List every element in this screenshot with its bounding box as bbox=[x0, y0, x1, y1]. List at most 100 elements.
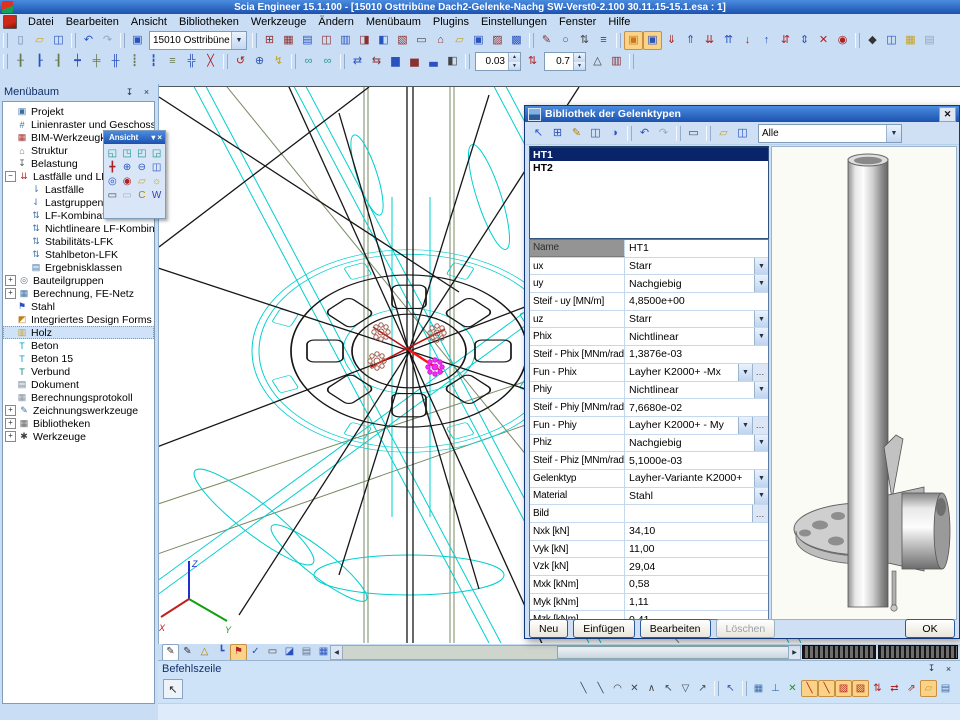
snap-corner-icon[interactable]: ↖ bbox=[660, 680, 677, 697]
house-icon[interactable]: ⌂ bbox=[431, 31, 450, 50]
dropdown-arrow-icon[interactable]: ▼ bbox=[738, 417, 752, 434]
materials-icon[interactable]: ▦ bbox=[279, 31, 298, 50]
spin-up-icon[interactable]: ▲ bbox=[574, 53, 585, 62]
tree-item-bibliotheken[interactable]: +▦Bibliotheken bbox=[3, 417, 154, 430]
print-icon[interactable]: ▭ bbox=[105, 188, 120, 202]
load-single-icon[interactable]: ↓ bbox=[738, 31, 757, 50]
snap-tri-icon[interactable]: ▽ bbox=[677, 680, 694, 697]
window-icon[interactable]: ▣ bbox=[128, 31, 147, 50]
catalog-icon[interactable]: ▥ bbox=[336, 31, 355, 50]
menu-werkzeuge[interactable]: Werkzeuge bbox=[245, 15, 312, 29]
snap-dir-icon[interactable]: ↗ bbox=[694, 680, 711, 697]
member-icon[interactable]: ◨ bbox=[355, 31, 374, 50]
ellipsis-button[interactable]: … bbox=[752, 505, 768, 522]
property-value[interactable]: 1,11 bbox=[625, 594, 768, 611]
rotate-icon[interactable]: ↺ bbox=[231, 52, 250, 71]
section-aa-icon[interactable]: ╂ bbox=[11, 52, 30, 71]
close-icon[interactable]: × bbox=[941, 662, 956, 676]
menu-hilfe[interactable]: Hilfe bbox=[602, 15, 636, 29]
spin-down-icon[interactable]: ▼ bbox=[509, 62, 520, 71]
tree-item-integriertes-design-forms[interactable]: ◩Integriertes Design Forms bbox=[3, 313, 154, 326]
undo-icon[interactable]: ↶ bbox=[635, 124, 654, 143]
undo-icon[interactable]: ↶ bbox=[79, 31, 98, 50]
section-aj-icon[interactable]: ╬ bbox=[182, 52, 201, 71]
image-icon[interactable]: ◪ bbox=[281, 644, 298, 661]
cone-icon[interactable]: △ bbox=[196, 644, 213, 661]
spin-down-icon[interactable]: ▼ bbox=[574, 62, 585, 71]
loadcase-window-icon[interactable]: ▣ bbox=[624, 31, 643, 50]
save-icon[interactable]: ◫ bbox=[733, 124, 752, 143]
load-single2-icon[interactable]: ↑ bbox=[757, 31, 776, 50]
bearbeiten-button[interactable]: Bearbeiten bbox=[640, 619, 711, 638]
collapse-minus-icon[interactable]: − bbox=[5, 171, 16, 182]
property-value[interactable]: 11,00 bbox=[625, 541, 768, 558]
chain-icon[interactable]: ⇄ bbox=[348, 52, 367, 71]
cursor-arrow-icon[interactable]: ↖ bbox=[163, 679, 183, 699]
scale-spinner[interactable]: 0.7▲▼ bbox=[544, 52, 586, 71]
scrollbar-thumb[interactable] bbox=[557, 646, 789, 659]
section-ab-icon[interactable]: ┠ bbox=[30, 52, 49, 71]
redo-icon[interactable]: ↷ bbox=[654, 124, 673, 143]
expand-plus-icon[interactable]: + bbox=[5, 275, 16, 286]
dropdown-arrow-icon[interactable]: ▼ bbox=[754, 311, 768, 328]
snap-horiz-icon[interactable]: ⇄ bbox=[886, 680, 903, 697]
tree-item-projekt[interactable]: ▣Projekt bbox=[3, 105, 154, 118]
tree-item-holz[interactable]: ▥Holz bbox=[3, 326, 154, 339]
copy-item-icon[interactable]: ◫ bbox=[586, 124, 605, 143]
dropdown-arrow-icon[interactable]: ▼ bbox=[754, 488, 768, 505]
lines-icon[interactable]: ≡ bbox=[594, 31, 613, 50]
glasses2-icon[interactable]: ∞ bbox=[318, 52, 337, 71]
property-value[interactable]: Stahl bbox=[625, 488, 754, 505]
load-pair-icon[interactable]: ⇊ bbox=[700, 31, 719, 50]
menu-plugins[interactable]: Plugins bbox=[427, 15, 475, 29]
command-input[interactable] bbox=[158, 703, 960, 720]
property-value[interactable]: 29,04 bbox=[625, 558, 768, 575]
horizontal-scrollbar[interactable] bbox=[342, 645, 790, 660]
project-combo[interactable]: 15010 Osttribüne Da▼ bbox=[149, 31, 247, 50]
ellipsis-button[interactable]: … bbox=[752, 364, 768, 381]
zoom-all-icon[interactable]: ◎ bbox=[105, 174, 120, 188]
perp-snap-icon[interactable]: ⊥ bbox=[767, 680, 784, 697]
snap-cross-icon[interactable]: ✕ bbox=[626, 680, 643, 697]
results2-icon[interactable]: ▤ bbox=[920, 31, 939, 50]
list-item-ht2[interactable]: HT2 bbox=[530, 161, 768, 174]
section-ad-icon[interactable]: ┿ bbox=[68, 52, 87, 71]
section-ac-icon[interactable]: ┨ bbox=[49, 52, 68, 71]
bar-high-icon[interactable]: ▆ bbox=[386, 52, 405, 71]
load-target-icon[interactable]: ◉ bbox=[833, 31, 852, 50]
view-top-icon[interactable]: ◳ bbox=[120, 146, 135, 160]
snap-int-icon[interactable]: ▨ bbox=[835, 680, 852, 697]
ruler-icon[interactable]: ▥ bbox=[607, 52, 626, 71]
clipboard-w-icon[interactable]: W bbox=[149, 188, 164, 202]
flag-icon[interactable]: ⚑ bbox=[230, 644, 247, 661]
expand-plus-icon[interactable]: + bbox=[5, 431, 16, 442]
plate-icon[interactable]: ◧ bbox=[374, 31, 393, 50]
menu-bearbeiten[interactable]: Bearbeiten bbox=[60, 15, 125, 29]
spin-up-icon[interactable]: ▲ bbox=[509, 53, 520, 62]
hatch-icon[interactable]: ▧ bbox=[393, 31, 412, 50]
print-icon[interactable]: ▭ bbox=[412, 31, 431, 50]
book-icon[interactable]: ▤ bbox=[298, 644, 315, 661]
menu-bibliotheken[interactable]: Bibliotheken bbox=[173, 15, 245, 29]
tree-item-werkzeuge[interactable]: +✱Werkzeuge bbox=[3, 430, 154, 443]
property-value[interactable]: Layher K2000+ - My bbox=[625, 417, 738, 434]
load-swap-icon[interactable]: ⇵ bbox=[776, 31, 795, 50]
corner-icon[interactable]: ┗ bbox=[213, 644, 230, 661]
pen-active-icon[interactable]: ✎ bbox=[162, 644, 179, 661]
view-side-icon[interactable]: ◰ bbox=[135, 146, 150, 160]
chevron-down-icon[interactable]: ▼ bbox=[231, 32, 246, 49]
light-icon[interactable]: ☼ bbox=[149, 174, 164, 188]
section-ag-icon[interactable]: ┋ bbox=[125, 52, 144, 71]
menu-fenster[interactable]: Fenster bbox=[553, 15, 602, 29]
tree-item-berechnungsprotokoll[interactable]: ▦Berechnungsprotokoll bbox=[3, 391, 154, 404]
save-calc-icon[interactable]: ◆ bbox=[863, 31, 882, 50]
menu-menübaum[interactable]: Menübaum bbox=[360, 15, 427, 29]
pin-icon[interactable]: ↧ bbox=[924, 662, 939, 676]
grid-snap-icon[interactable]: ▦ bbox=[750, 680, 767, 697]
list-item-ht1[interactable]: HT1 bbox=[530, 148, 768, 161]
property-value[interactable]: Nachgiebig bbox=[625, 275, 754, 292]
property-value[interactable]: Layher K2000+ -Mx bbox=[625, 364, 738, 381]
ok-button[interactable]: OK bbox=[905, 619, 955, 638]
load-down-icon[interactable]: ⇓ bbox=[662, 31, 681, 50]
load-pair2-icon[interactable]: ⇈ bbox=[719, 31, 738, 50]
